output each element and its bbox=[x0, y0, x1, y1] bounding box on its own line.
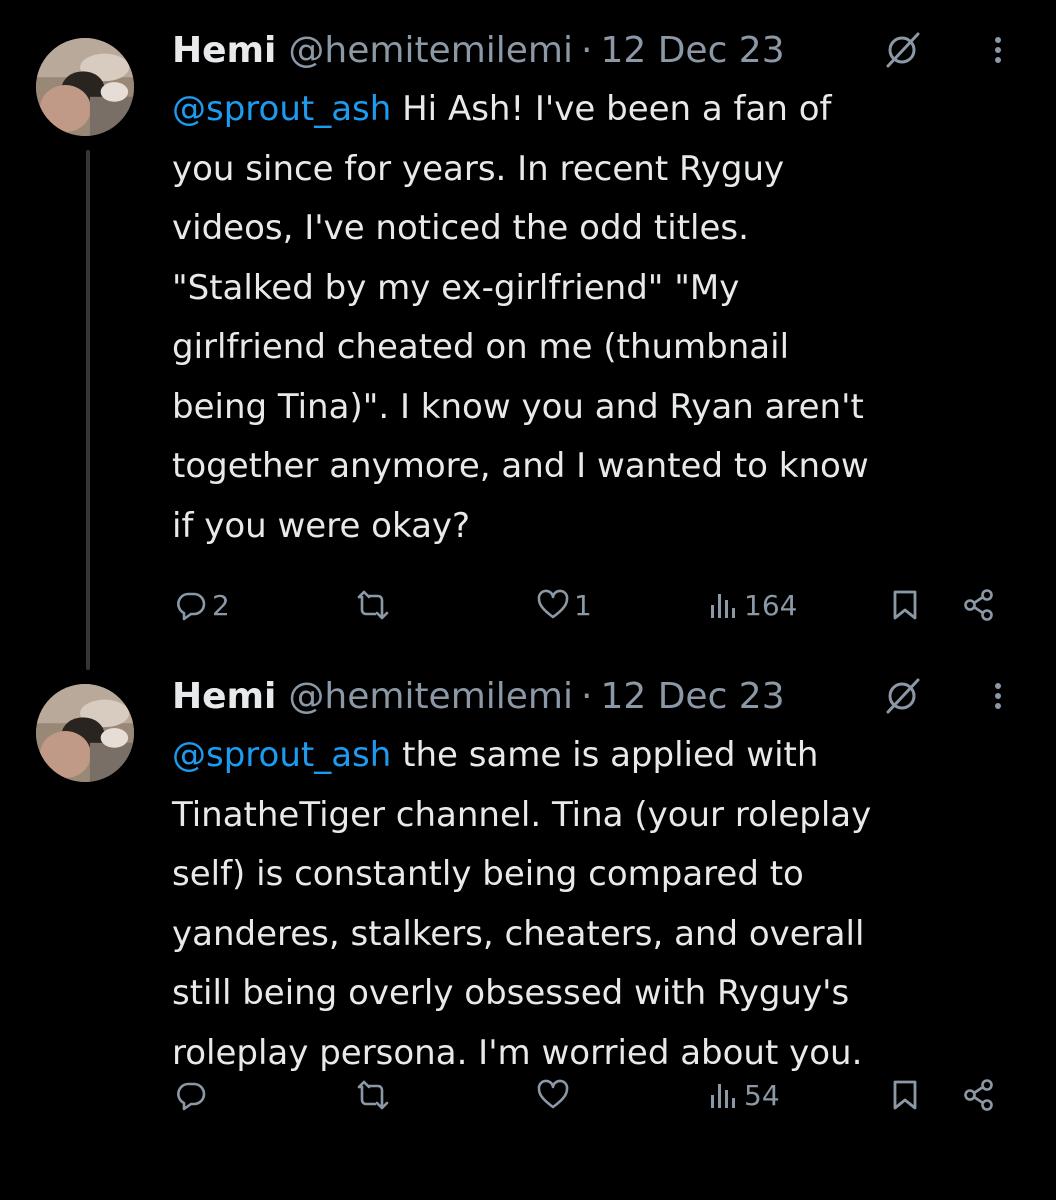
tweet-text-line: @sprout_ash Hi Ash! I've been a fan of bbox=[172, 89, 832, 129]
tweet-text-line: still being overly obsessed with Ryguy's bbox=[172, 973, 850, 1013]
mention-link[interactable]: @sprout_ash bbox=[172, 89, 391, 129]
tweet-text-line: yanderes, stalkers, cheaters, and overal… bbox=[172, 913, 865, 954]
reply-icon bbox=[177, 1082, 206, 1111]
repost-button[interactable] bbox=[356, 580, 394, 630]
bookmark-button[interactable] bbox=[888, 580, 922, 630]
views-count: 54 bbox=[744, 1078, 780, 1112]
reply-button[interactable]: 2 bbox=[174, 580, 230, 630]
avatar-image bbox=[36, 684, 134, 782]
tweet-text-line: videos, I've noticed the odd titles. bbox=[172, 208, 749, 248]
tweet-text-line: TinatheTiger channel. Tina (your rolepla… bbox=[172, 794, 872, 835]
views-icon bbox=[711, 1084, 735, 1108]
heart-icon bbox=[537, 589, 569, 619]
user-handle[interactable]: @hemitemilemi bbox=[288, 673, 573, 721]
tweet-text-line: "Stalked by my ex-girlfriend" "My bbox=[172, 267, 740, 308]
mention-link[interactable]: @sprout_ash bbox=[172, 735, 391, 775]
share-icon bbox=[964, 589, 993, 621]
avatar-image bbox=[36, 38, 134, 136]
user-handle[interactable]: @hemitemilemi bbox=[288, 27, 573, 75]
tweet-text-line: being Tina)". I know you and Ryan aren't bbox=[172, 386, 864, 427]
tweet-text: @sprout_ash the same is applied with Tin… bbox=[172, 726, 1032, 1083]
grok-icon[interactable] bbox=[880, 28, 924, 72]
tweet-text-line: you since for years. In recent Ryguy bbox=[172, 148, 785, 189]
like-count: 1 bbox=[574, 588, 592, 622]
reply-button[interactable] bbox=[174, 1070, 212, 1120]
separator-dot: · bbox=[581, 676, 593, 717]
tweet-text-line: girlfriend cheated on me (thumbnail bbox=[172, 327, 790, 367]
tweet-text: @sprout_ash Hi Ash! I've been a fan of y… bbox=[172, 80, 1032, 556]
tweet-header: Hemi @hemitemilemi · 12 Dec 23 bbox=[172, 672, 785, 722]
tweet-text-line: if you were okay? bbox=[172, 505, 471, 546]
views-count: 164 bbox=[744, 588, 798, 622]
more-options-icon[interactable] bbox=[988, 674, 1008, 718]
views-icon bbox=[711, 594, 735, 618]
grok-icon[interactable] bbox=[880, 674, 924, 718]
bookmark-button[interactable] bbox=[888, 1070, 922, 1120]
bookmark-icon bbox=[893, 590, 917, 620]
tweet-date[interactable]: 12 Dec 23 bbox=[600, 673, 784, 721]
like-button[interactable]: 1 bbox=[536, 580, 592, 630]
heart-icon bbox=[537, 1079, 569, 1109]
reply-icon bbox=[177, 592, 206, 621]
tweet-actions: 2 1 164 bbox=[0, 580, 1056, 630]
bookmark-icon bbox=[893, 1080, 917, 1110]
avatar[interactable] bbox=[36, 684, 134, 782]
like-button[interactable] bbox=[536, 1070, 574, 1120]
repost-button[interactable] bbox=[356, 1070, 394, 1120]
tweet[interactable]: Hemi @hemitemilemi · 12 Dec 23 @sprout_a… bbox=[0, 0, 1056, 660]
tweet-text-line: self) is constantly being compared to bbox=[172, 854, 804, 894]
tweet-text-line: @sprout_ash the same is applied with bbox=[172, 735, 819, 775]
tweet-date[interactable]: 12 Dec 23 bbox=[600, 27, 784, 75]
display-name[interactable]: Hemi bbox=[172, 27, 276, 75]
repost-icon bbox=[357, 590, 389, 620]
reply-count: 2 bbox=[212, 588, 230, 622]
share-button[interactable] bbox=[962, 580, 996, 630]
repost-icon bbox=[357, 1080, 389, 1110]
more-options-icon[interactable] bbox=[988, 28, 1008, 72]
share-button[interactable] bbox=[962, 1070, 996, 1120]
avatar[interactable] bbox=[36, 38, 134, 136]
views-button[interactable]: 54 bbox=[706, 1070, 780, 1120]
share-icon bbox=[964, 1079, 993, 1111]
tweet-text-line: together anymore, and I wanted to know bbox=[172, 446, 869, 486]
views-button[interactable]: 164 bbox=[706, 580, 797, 630]
tweet-header: Hemi @hemitemilemi · 12 Dec 23 bbox=[172, 26, 785, 76]
tweet[interactable]: Hemi @hemitemilemi · 12 Dec 23 @sprout_a… bbox=[0, 662, 1056, 1200]
display-name[interactable]: Hemi bbox=[172, 673, 276, 721]
tweet-actions: 54 bbox=[0, 1070, 1056, 1120]
separator-dot: · bbox=[581, 30, 593, 71]
